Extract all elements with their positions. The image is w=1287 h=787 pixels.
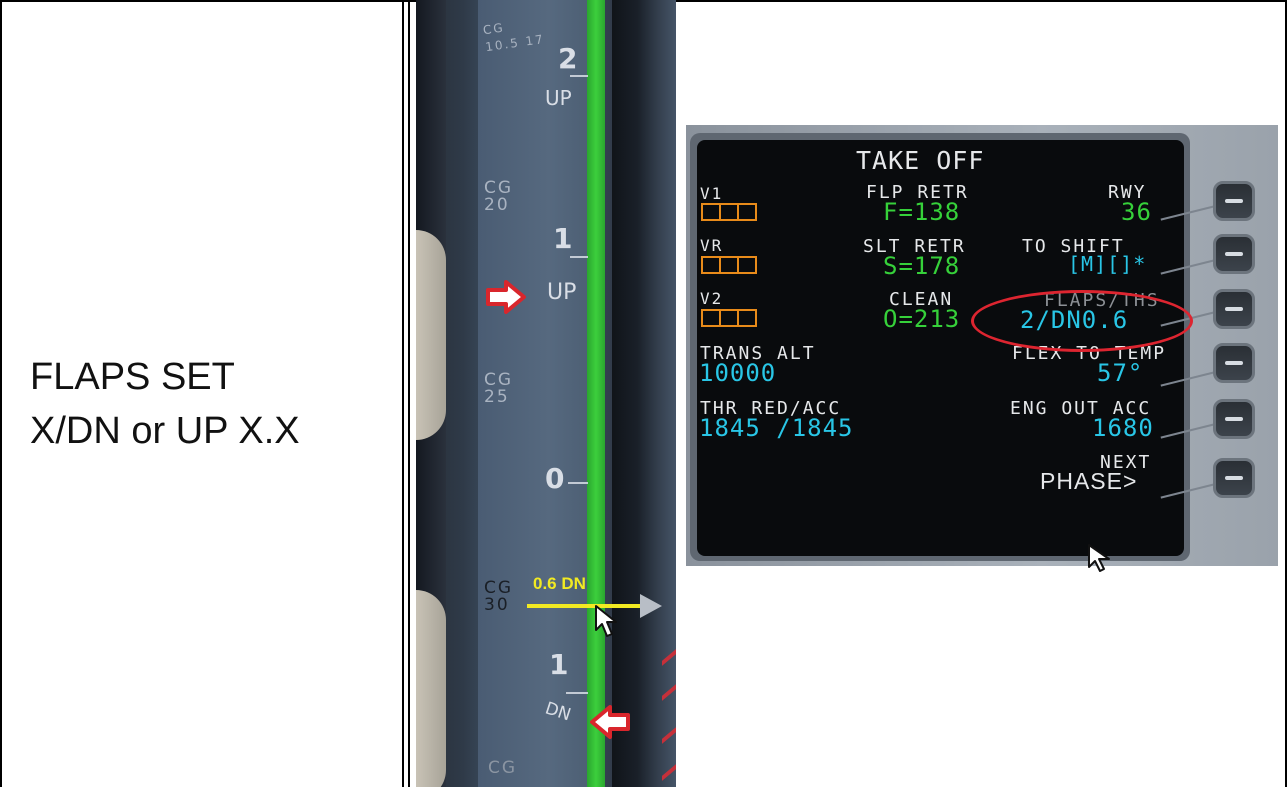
to-shift-value[interactable]: [M][]* <box>1068 252 1146 276</box>
scale-mark-1-dn-number: 1 <box>549 648 569 681</box>
scale-tick <box>568 482 588 484</box>
scale-mark-0-number: 0 <box>545 462 565 495</box>
trim-indicator-bar <box>587 0 605 787</box>
entry-box <box>701 309 721 327</box>
cg-label-bottom: CG <box>488 758 518 778</box>
entry-box <box>719 203 739 221</box>
scale-tick <box>566 692 588 694</box>
scale-tick <box>570 256 588 258</box>
scale-mark-1-up-word: UP <box>547 280 577 305</box>
lsk-right-2-button[interactable] <box>1213 234 1255 274</box>
entry-box <box>719 256 739 274</box>
instruction-line-2: X/DN or UP X.X <box>30 410 300 452</box>
scale-tick <box>570 75 588 77</box>
red-arrow-right-icon <box>486 280 526 314</box>
table-left-border <box>0 0 2 787</box>
trim-pointer-icon <box>640 594 662 618</box>
scale-mark-2-up-word: UP <box>545 86 572 110</box>
lsk-right-4-button[interactable] <box>1213 343 1255 383</box>
v1-entry-boxes[interactable] <box>701 203 757 225</box>
entry-box <box>737 256 757 274</box>
vr-entry-boxes[interactable] <box>701 256 757 278</box>
slt-retr-value: S=178 <box>883 252 961 280</box>
red-arrow-left-icon <box>590 705 630 739</box>
v1-label: V1 <box>700 184 724 203</box>
trim-annotation-line <box>527 604 643 608</box>
flex-to-temp-value[interactable]: 57° <box>1097 359 1143 387</box>
flp-retr-value: F=138 <box>883 198 961 226</box>
scale-lip-lower <box>416 590 446 787</box>
scale-wheel-edge <box>612 0 676 787</box>
trim-annotation-label: 0.6 DN <box>533 574 586 593</box>
mouse-cursor-icon <box>595 605 617 637</box>
lsk-right-5-button[interactable] <box>1213 399 1255 439</box>
lsk-right-3-button[interactable] <box>1213 289 1255 329</box>
flaps-ths-highlight <box>971 290 1193 352</box>
scale-mark-2-up-number: 2 <box>558 42 578 75</box>
mcdu-title: TAKE OFF <box>856 146 985 175</box>
scale-lip-upper <box>416 230 446 440</box>
mouse-cursor-icon <box>1088 544 1110 572</box>
entry-box <box>737 309 757 327</box>
table-divider-1 <box>402 0 404 787</box>
cg-label-30: CG 30 <box>484 578 514 615</box>
scale-mark-1-up-number: 1 <box>553 222 573 255</box>
v2-label: V2 <box>700 289 724 308</box>
v2-entry-boxes[interactable] <box>701 309 757 331</box>
lsk-right-6-button[interactable] <box>1213 458 1255 498</box>
entry-box <box>701 256 721 274</box>
entry-box <box>737 203 757 221</box>
vr-label: VR <box>700 236 724 255</box>
instruction-line-1: FLAPS SET <box>30 356 235 398</box>
entry-box <box>719 309 739 327</box>
next-phase-prompt[interactable]: PHASE> <box>1040 468 1137 495</box>
table-divider-2 <box>408 0 410 787</box>
cg-label-25: CG 25 <box>484 370 514 407</box>
cg-label-20: CG 20 <box>484 178 514 215</box>
entry-box <box>701 203 721 221</box>
clean-value: O=213 <box>883 305 961 333</box>
instruction-cell: FLAPS SET X/DN or UP X.X <box>30 350 390 458</box>
rwy-value[interactable]: 36 <box>1121 198 1152 226</box>
thr-red-acc-value[interactable]: 1845 /1845 <box>699 414 854 442</box>
trans-alt-value[interactable]: 10000 <box>699 359 776 387</box>
eng-out-acc-value[interactable]: 1680 <box>1092 414 1154 442</box>
lsk-right-1-button[interactable] <box>1213 181 1255 221</box>
